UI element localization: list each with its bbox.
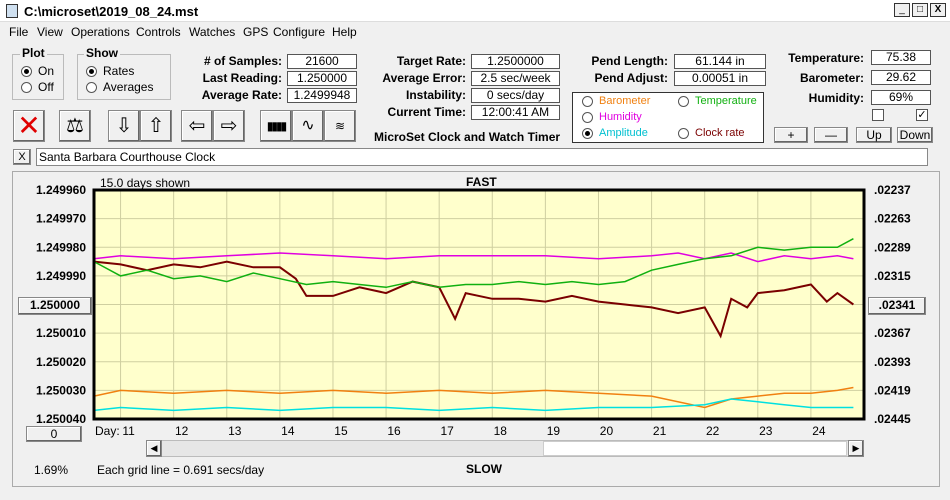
right-tick-label: .02393 [874, 355, 911, 369]
left-tick-label: 1.250010 [36, 326, 86, 340]
x-tick-label: 17 [440, 424, 454, 438]
x-tick-label: 24 [812, 424, 826, 438]
x-tick-label: 12 [175, 424, 189, 438]
rate-chart: 1.249960 .02237 1.249970 .02263 1.249980 .022… [36, 183, 911, 438]
left-tick-label: 1.249970 [36, 212, 86, 226]
x-tick-label: 19 [547, 424, 561, 438]
x-tick-label: 22 [706, 424, 720, 438]
x-tick-label: 16 [387, 424, 401, 438]
left-tick-label: 1.249980 [36, 240, 86, 254]
x-tick-label: 23 [759, 424, 773, 438]
x-tick-label: 14 [281, 424, 295, 438]
left-tick-label: 1.249960 [36, 183, 86, 197]
x-tick-label: 15 [334, 424, 348, 438]
left-tick-label: 1.250040 [36, 412, 86, 426]
x-tick-label: 18 [494, 424, 508, 438]
x-tick-label: 11 [122, 424, 135, 438]
right-tick-label: .02315 [874, 269, 911, 283]
left-tick-label: 1.250030 [36, 383, 86, 397]
left-tick-label: 1.249990 [36, 269, 86, 283]
x-tick-label: 21 [653, 424, 667, 438]
x-tick-label: 13 [228, 424, 242, 438]
right-tick-label: .02445 [874, 412, 911, 426]
right-tick-label: .02289 [874, 240, 911, 254]
plot-area [92, 188, 866, 421]
right-tick-label: .02367 [874, 326, 911, 340]
x-tick-label: 20 [600, 424, 614, 438]
left-tick-label: 1.250020 [36, 355, 86, 369]
right-tick-label: .02263 [874, 212, 911, 226]
right-tick-label: .02237 [874, 183, 911, 197]
right-tick-label: .02419 [874, 383, 911, 397]
